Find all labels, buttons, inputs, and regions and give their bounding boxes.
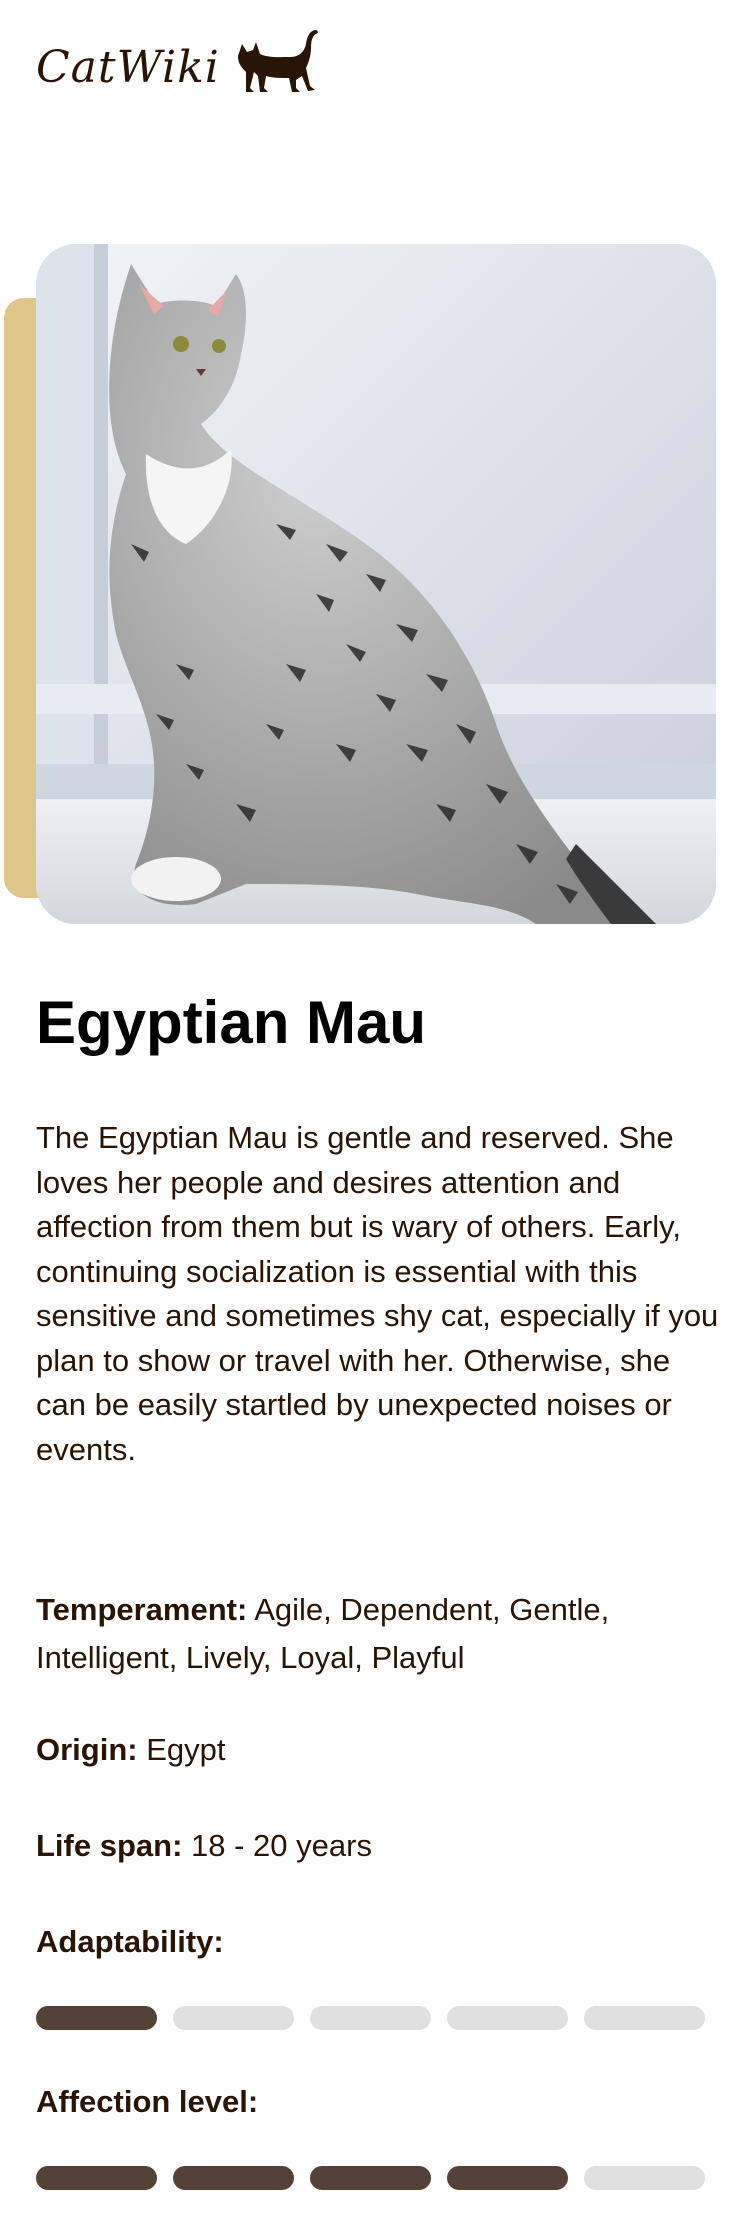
temperament-label: Temperament: [36,1592,248,1627]
cat-silhouette-icon[interactable] [234,26,322,96]
meter-segment [173,2166,294,2190]
logo-wordmark[interactable]: CatWiki [36,40,220,96]
adaptability-field: Adaptability: [36,1918,726,1966]
cat-photo-illustration [36,244,716,924]
adaptability-label: Adaptability: [36,1924,224,1959]
meter-segment [584,2006,705,2030]
adaptability-meter [36,2006,705,2030]
meter-segment [447,2006,568,2030]
breed-photo [36,244,716,924]
affection-level-meter [36,2166,705,2190]
meter-segment [584,2166,705,2190]
origin-value: Egypt [146,1732,226,1767]
life-span-label: Life span: [36,1828,183,1863]
meter-segment [173,2006,294,2030]
site-header: CatWiki [36,26,322,96]
temperament-field: Temperament: Agile, Dependent, Gentle, I… [36,1586,726,1682]
life-span-field: Life span: 18 - 20 years [36,1822,726,1870]
meter-segment [36,2166,157,2190]
origin-field: Origin: Egypt [36,1726,726,1774]
life-span-value: 18 - 20 years [191,1828,372,1863]
breed-description: The Egyptian Mau is gentle and reserved.… [36,1120,719,1467]
meter-segment [310,2006,431,2030]
breed-name: Egyptian Mau [36,989,427,1056]
origin-label: Origin: [36,1732,138,1767]
breed-hero [0,240,750,930]
meter-segment [310,2166,431,2190]
affection-level-label: Affection level: [36,2084,259,2119]
meter-segment [36,2006,157,2030]
affection-level-field: Affection level: [36,2078,726,2126]
meter-segment [447,2166,568,2190]
